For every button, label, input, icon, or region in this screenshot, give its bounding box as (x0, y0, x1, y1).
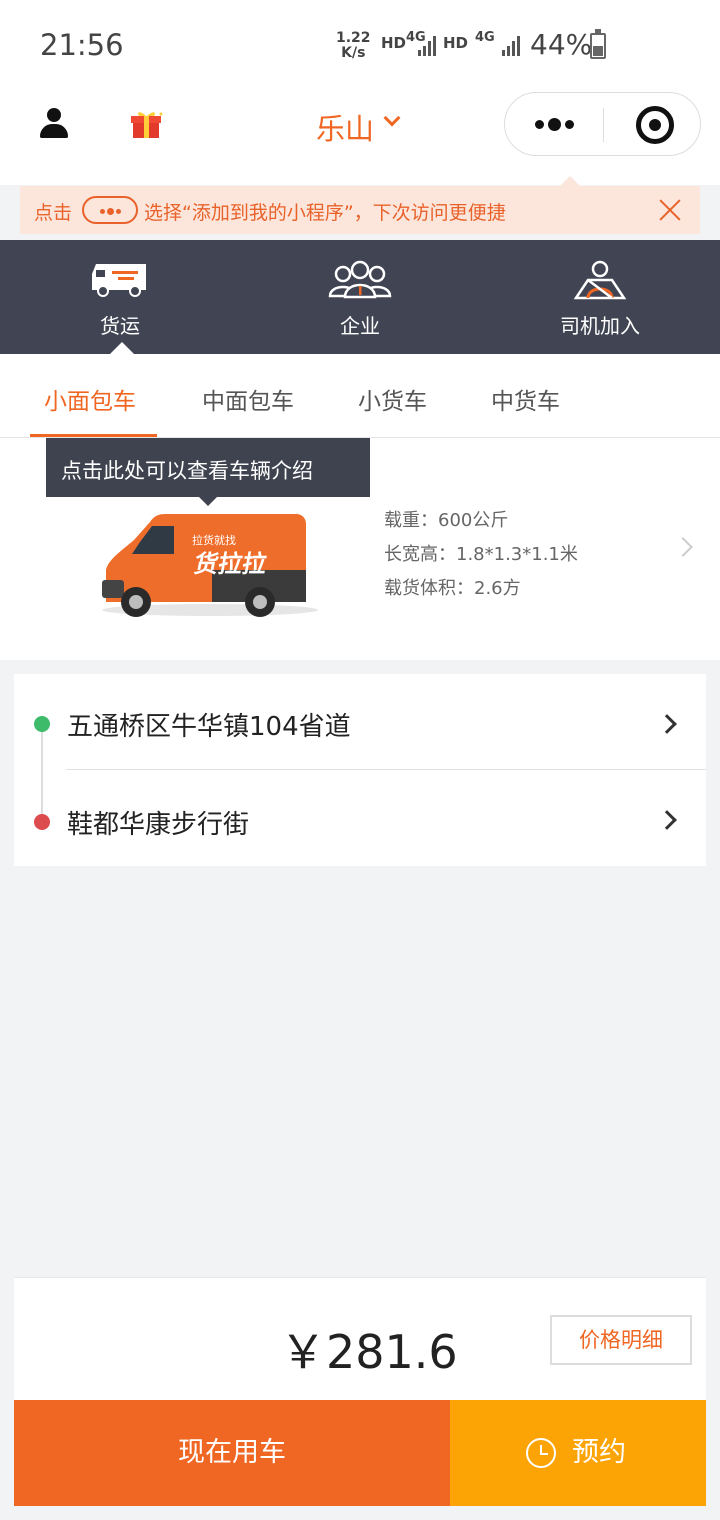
vehicle-panel[interactable]: 拉货就找 货拉拉 载重：600公斤 长宽高：1.8*1.3*1.1米 载货体积：… (0, 438, 720, 660)
nav-active-caret (110, 342, 134, 354)
tab-medium-van[interactable]: 中面包车 (202, 382, 294, 416)
nav-label-freight: 货运 (100, 314, 140, 338)
chevron-right-icon[interactable] (673, 537, 693, 557)
driver-icon (573, 260, 627, 300)
vehicle-tooltip: 点击此处可以查看车辆介绍 (46, 438, 370, 497)
net-speed: 1.22 K/s (336, 30, 371, 61)
origin-dot-icon (34, 716, 50, 732)
tab-active-underline (30, 434, 157, 437)
vehicle-tabs: 小面包车 中面包车 小货车 中货车 (0, 354, 720, 438)
route-divider (66, 769, 706, 770)
gift-icon[interactable] (130, 110, 164, 140)
price-total: ￥281.6 (280, 1325, 458, 1379)
nav-item-enterprise[interactable]: 企业 (240, 240, 480, 354)
price-bar: ￥281.6 价格明细 (14, 1277, 706, 1400)
destination-address[interactable]: 鞋都华康步行街 (67, 804, 249, 841)
chevron-down-icon[interactable] (383, 109, 401, 127)
chevron-right-icon[interactable] (657, 810, 677, 830)
van-brand-logo: 货拉拉 (192, 550, 269, 578)
main-nav: 货运 企业 司机加入 (0, 240, 720, 354)
close-icon[interactable] (658, 198, 682, 222)
nav-label-enterprise: 企业 (340, 314, 380, 338)
tip-arrow (560, 176, 580, 186)
hd-indicator: HD (381, 34, 407, 52)
signal-icon (414, 34, 436, 56)
route-connector (41, 732, 43, 814)
battery-percent: 44% (530, 28, 593, 61)
nav-item-freight[interactable]: 货运 (0, 240, 240, 354)
network-4g-indicator-2: 4G (475, 30, 495, 45)
origin-address[interactable]: 五通桥区牛华镇104省道 (67, 706, 351, 743)
clock-icon (526, 1438, 556, 1468)
nav-item-driver-join[interactable]: 司机加入 (480, 240, 720, 354)
tab-small-truck[interactable]: 小货车 (358, 382, 427, 416)
reserve-label: 预约 (572, 1437, 626, 1468)
truck-icon (92, 264, 146, 297)
tab-medium-truck[interactable]: 中货车 (491, 382, 560, 416)
people-icon (328, 260, 392, 299)
status-bar: 21:56 1.22 K/s HD 4G HD 4G 44% (0, 0, 720, 90)
signal-icon-2 (498, 34, 520, 56)
van-image[interactable]: 拉货就找 货拉拉 (100, 510, 320, 624)
city-selector[interactable]: 乐山 (316, 106, 374, 148)
tab-small-van[interactable]: 小面包车 (44, 382, 136, 416)
price-detail-button[interactable]: 价格明细 (550, 1315, 692, 1365)
tip-text: 选择“添加到我的小程序”，下次访问更便捷 (144, 202, 506, 224)
van-brand-small: 拉货就找 (192, 533, 236, 547)
app-header: 乐山 (0, 90, 720, 185)
more-dots-pill-icon (82, 196, 138, 224)
tip-prefix: 点击 (34, 202, 73, 224)
spec-size: 长宽高：1.8*1.3*1.1米 (384, 544, 578, 565)
tooltip-arrow (199, 497, 217, 506)
capsule-divider (603, 108, 604, 142)
battery-icon (590, 29, 606, 59)
order-now-button[interactable]: 现在用车 (14, 1400, 450, 1506)
miniprogram-capsule (504, 92, 701, 156)
route-card: 五通桥区牛华镇104省道 鞋都华康步行街 (14, 674, 706, 866)
chevron-right-icon[interactable] (657, 714, 677, 734)
vehicle-specs: 载重：600公斤 长宽高：1.8*1.3*1.1米 载货体积：2.6方 (384, 504, 578, 606)
target-icon[interactable] (636, 106, 674, 144)
spec-load: 载重：600公斤 (384, 510, 509, 531)
nav-label-driver-join: 司机加入 (560, 314, 640, 338)
user-icon[interactable] (38, 108, 70, 140)
destination-dot-icon (34, 814, 50, 830)
reserve-button[interactable]: 预约 (450, 1400, 706, 1506)
hd-indicator-2: HD (443, 34, 469, 52)
more-dots-icon[interactable] (535, 117, 575, 133)
status-time: 21:56 (40, 28, 124, 62)
spec-volume: 载货体积：2.6方 (384, 578, 521, 599)
add-miniprogram-tip: 点击 选择“添加到我的小程序”，下次访问更便捷 (20, 186, 700, 234)
